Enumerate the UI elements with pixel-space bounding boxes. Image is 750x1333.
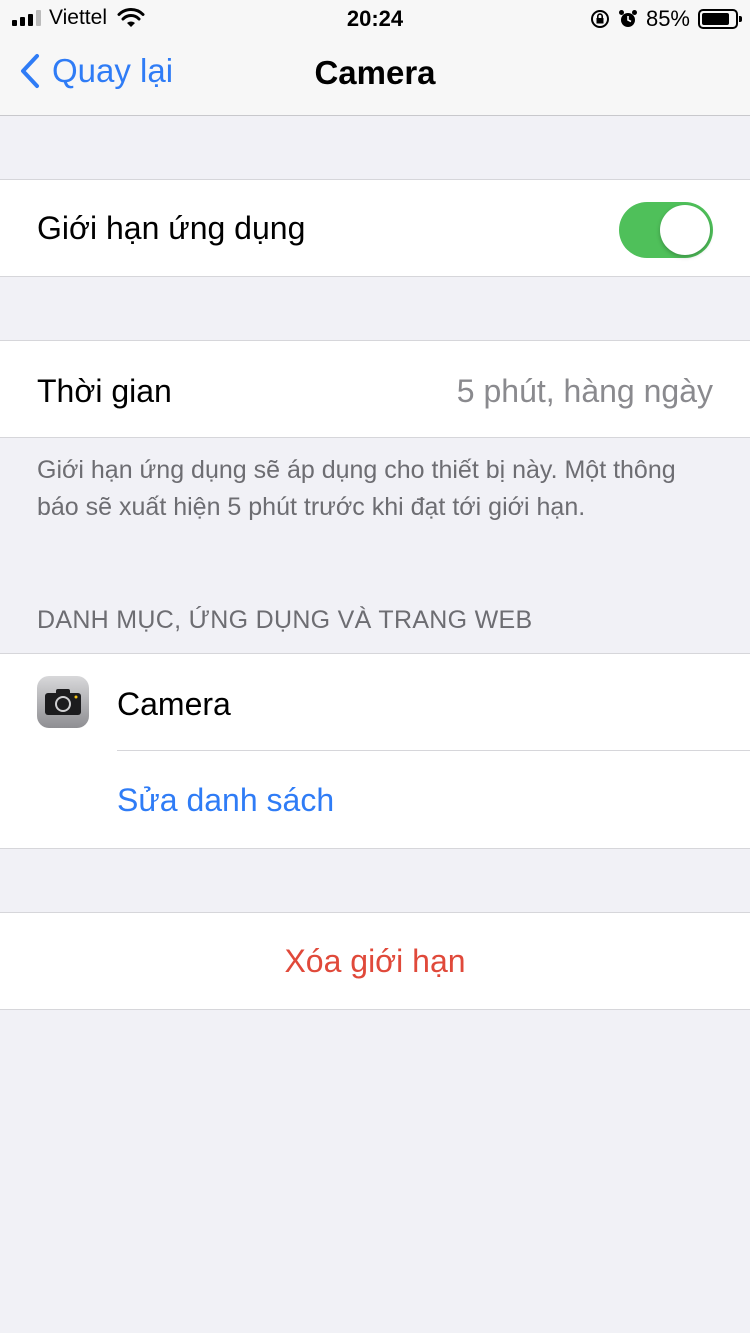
section-header: DANH MỤC, ỨNG DỤNG VÀ TRANG WEB xyxy=(37,606,533,634)
alarm-icon xyxy=(618,10,637,27)
time-label: Thời gian xyxy=(37,373,172,409)
apps-group: Camera Sửa danh sách xyxy=(0,653,750,849)
limit-footnote: Giới hạn ứng dụng sẽ áp dụng cho thiết b… xyxy=(37,456,676,521)
delete-limit-button[interactable]: Xóa giới hạn xyxy=(0,943,750,980)
navigation-bar: Quay lại Camera xyxy=(0,38,750,116)
camera-icon xyxy=(45,689,81,715)
battery-percent: 85% xyxy=(645,6,690,31)
camera-app-icon xyxy=(37,676,89,728)
delete-limit-group: Xóa giới hạn xyxy=(0,912,750,1010)
orientation-lock-icon xyxy=(590,10,609,28)
edit-list-button[interactable]: Sửa danh sách xyxy=(117,782,334,819)
row-divider xyxy=(117,750,750,751)
status-bar-right: 85% xyxy=(590,6,742,32)
time-group[interactable]: Thời gian 5 phút, hàng ngày xyxy=(0,340,750,438)
battery-icon xyxy=(698,9,742,29)
app-limit-toggle[interactable] xyxy=(619,202,713,258)
status-bar: Viettel 20:24 85% xyxy=(0,0,750,38)
toggle-knob xyxy=(660,205,710,255)
app-name: Camera xyxy=(117,686,231,722)
page-title: Camera xyxy=(314,54,436,91)
app-limit-label: Giới hạn ứng dụng xyxy=(37,210,306,246)
time-value: 5 phút, hàng ngày xyxy=(456,373,713,409)
app-limit-group: Giới hạn ứng dụng xyxy=(0,179,750,277)
